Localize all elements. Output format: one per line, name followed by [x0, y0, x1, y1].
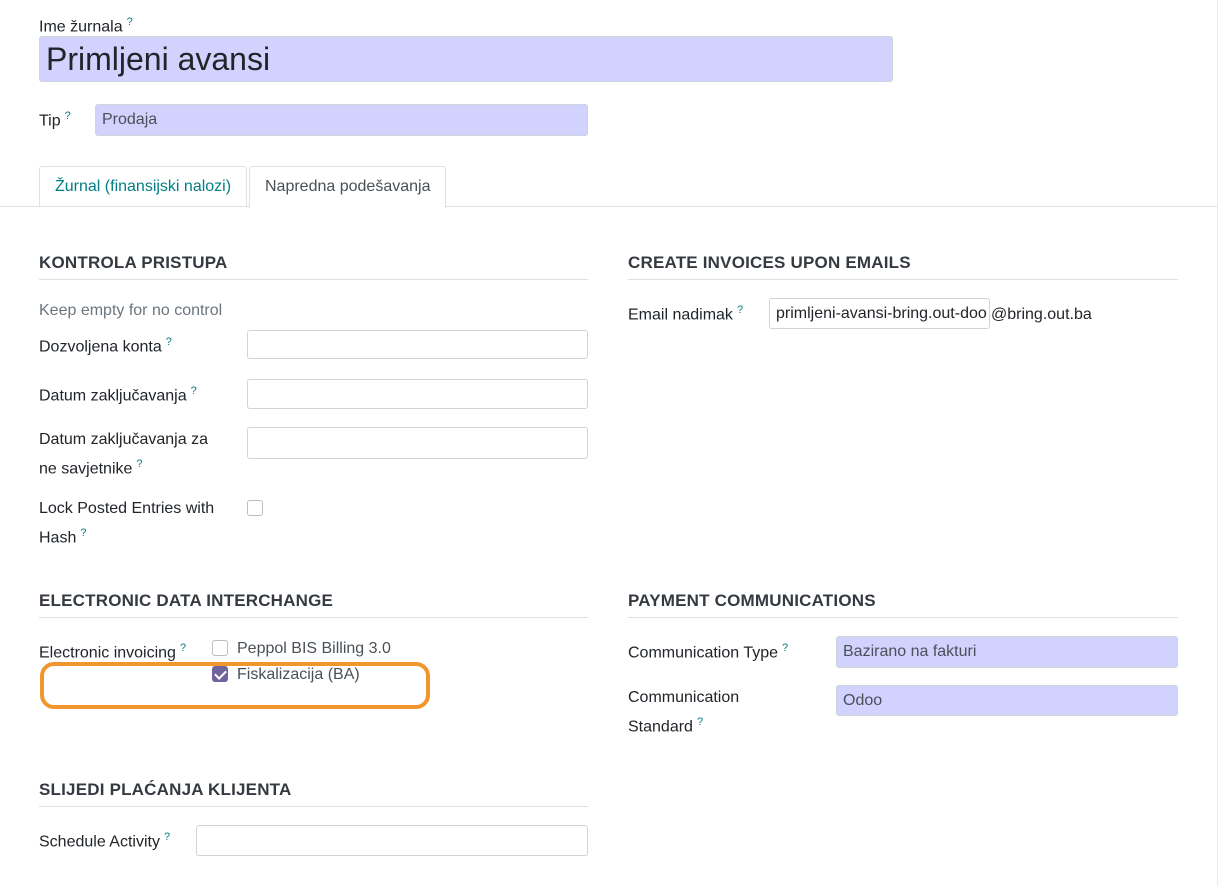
lock-date-non-advisers-label-line1: Datum zaključavanja za: [39, 431, 208, 448]
lock-hash-label: Lock Posted Entries with Hash?: [39, 496, 214, 550]
tab-journal-entries[interactable]: Žurnal (finansijski nalozi): [39, 166, 248, 207]
communication-type-label-text: Communication Type: [628, 644, 778, 662]
allowed-accounts-label: Dozvoljena konta?: [39, 330, 172, 359]
communication-type-select[interactable]: Bazirano na fakturi: [836, 636, 1178, 668]
schedule-activity-input[interactable]: [196, 825, 588, 856]
help-tooltip-icon[interactable]: ?: [127, 16, 133, 28]
type-select[interactable]: Prodaja: [95, 104, 588, 136]
followup-title: SLIJEDI PLAĆANJA KLIJENTA: [39, 780, 588, 807]
help-tooltip-icon[interactable]: ?: [164, 831, 170, 843]
access-control-hint: Keep empty for no control: [39, 302, 223, 319]
type-label: Tip?: [39, 104, 71, 133]
email-alias-label: Email nadimak?: [628, 298, 743, 327]
communication-standard-label-line1: Communication: [628, 689, 740, 706]
email-alias-input[interactable]: primljeni-avansi-bring.out-doo: [769, 298, 990, 329]
tabs-divider: [0, 206, 1217, 207]
electronic-invoicing-label: Electronic invoicing?: [39, 636, 186, 665]
allowed-accounts-label-text: Dozvoljena konta: [39, 338, 162, 356]
help-tooltip-icon[interactable]: ?: [136, 458, 142, 470]
email-alias-domain: @bring.out.ba: [991, 306, 1092, 323]
tab-advanced-settings-label: Napredna podešavanja: [265, 178, 431, 195]
communication-type-value: Bazirano na fakturi: [843, 643, 977, 660]
peppol-label: Peppol BIS Billing 3.0: [237, 640, 391, 657]
lock-date-label-text: Datum zaključavanja: [39, 387, 187, 405]
lock-hash-label-line2: Hash: [39, 529, 77, 547]
journal-name-label-text: Ime žurnala: [39, 18, 123, 36]
help-tooltip-icon[interactable]: ?: [80, 527, 86, 539]
communication-standard-value: Odoo: [843, 692, 883, 709]
journal-name-input[interactable]: Primljeni avansi: [39, 36, 893, 82]
lock-hash-label-line1: Lock Posted Entries with: [39, 500, 215, 517]
lock-date-non-advisers-label-line2: ne savjetnike: [39, 460, 133, 478]
electronic-invoicing-label-text: Electronic invoicing: [39, 644, 176, 662]
type-value: Prodaja: [102, 111, 158, 128]
help-tooltip-icon[interactable]: ?: [737, 304, 743, 316]
edi-title: ELECTRONIC DATA INTERCHANGE: [39, 591, 588, 618]
communication-standard-label-line2: Standard: [628, 718, 693, 736]
help-tooltip-icon[interactable]: ?: [180, 642, 186, 654]
help-tooltip-icon[interactable]: ?: [65, 110, 71, 122]
tab-advanced-settings[interactable]: Napredna podešavanja: [249, 166, 447, 208]
help-tooltip-icon[interactable]: ?: [191, 385, 197, 397]
allowed-accounts-input[interactable]: [247, 330, 588, 359]
lock-date-input[interactable]: [247, 379, 588, 409]
schedule-activity-label-text: Schedule Activity: [39, 833, 160, 851]
communication-standard-label: Communication Standard?: [628, 685, 739, 739]
journal-name-value: Primljeni avansi: [46, 41, 271, 77]
lock-date-non-advisers-input[interactable]: [247, 427, 588, 459]
help-tooltip-icon[interactable]: ?: [697, 716, 703, 728]
type-label-text: Tip: [39, 112, 61, 130]
lock-date-non-advisers-label: Datum zaključavanja za ne savjetnike?: [39, 427, 208, 481]
journal-name-label: Ime žurnala?: [39, 10, 133, 39]
emails-title: CREATE INVOICES UPON EMAILS: [628, 253, 1178, 280]
tab-journal-entries-label: Žurnal (finansijski nalozi): [55, 178, 232, 195]
highlight-annotation: [40, 662, 430, 709]
communication-type-label: Communication Type?: [628, 636, 788, 665]
peppol-checkbox[interactable]: [212, 640, 228, 656]
schedule-activity-label: Schedule Activity?: [39, 825, 170, 854]
access-control-title: KONTROLA PRISTUPA: [39, 253, 588, 280]
communication-standard-select[interactable]: Odoo: [836, 685, 1178, 716]
right-scroll-edge: [1217, 0, 1218, 886]
email-alias-value: primljeni-avansi-bring.out-doo: [776, 305, 987, 322]
email-alias-label-text: Email nadimak: [628, 306, 733, 324]
help-tooltip-icon[interactable]: ?: [166, 336, 172, 348]
lock-date-label: Datum zaključavanja?: [39, 379, 197, 408]
lock-hash-checkbox[interactable]: [247, 500, 263, 516]
payment-comm-title: PAYMENT COMMUNICATIONS: [628, 591, 1178, 618]
help-tooltip-icon[interactable]: ?: [782, 642, 788, 654]
